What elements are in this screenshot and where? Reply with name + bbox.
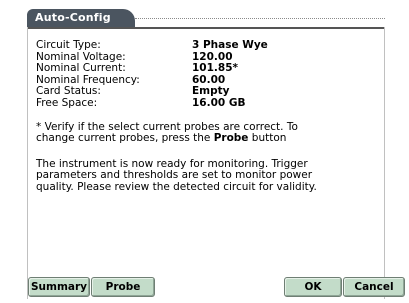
note-text-end: button	[248, 132, 287, 145]
header-divider	[135, 18, 385, 19]
cancel-button[interactable]: Cancel	[343, 277, 405, 297]
probe-verification-note: * Verify if the select current probes ar…	[36, 121, 381, 145]
panel-left-border	[27, 27, 28, 299]
probe-button[interactable]: Probe	[91, 277, 155, 297]
summary-button[interactable]: Summary	[28, 277, 90, 297]
field-label: Circuit Type:	[36, 39, 101, 51]
field-row-free-space: Free Space: 16.00 GB	[36, 96, 381, 110]
field-label: Free Space:	[36, 96, 98, 109]
field-row-circuit-type: Circuit Type: 3 Phase Wye	[36, 39, 381, 52]
field-value: 3 Phase Wye	[192, 39, 268, 51]
ready-message: The instrument is now ready for monitori…	[36, 157, 317, 193]
tab-auto-config[interactable]: Auto-Config	[27, 9, 135, 27]
panel-right-border	[384, 27, 385, 299]
note-probe-keyword: Probe	[213, 132, 249, 145]
config-summary-panel: Circuit Type: 3 Phase Wye Nominal Voltag…	[36, 39, 381, 194]
field-value: 16.00 GB	[192, 96, 246, 109]
ok-button[interactable]: OK	[284, 277, 342, 297]
